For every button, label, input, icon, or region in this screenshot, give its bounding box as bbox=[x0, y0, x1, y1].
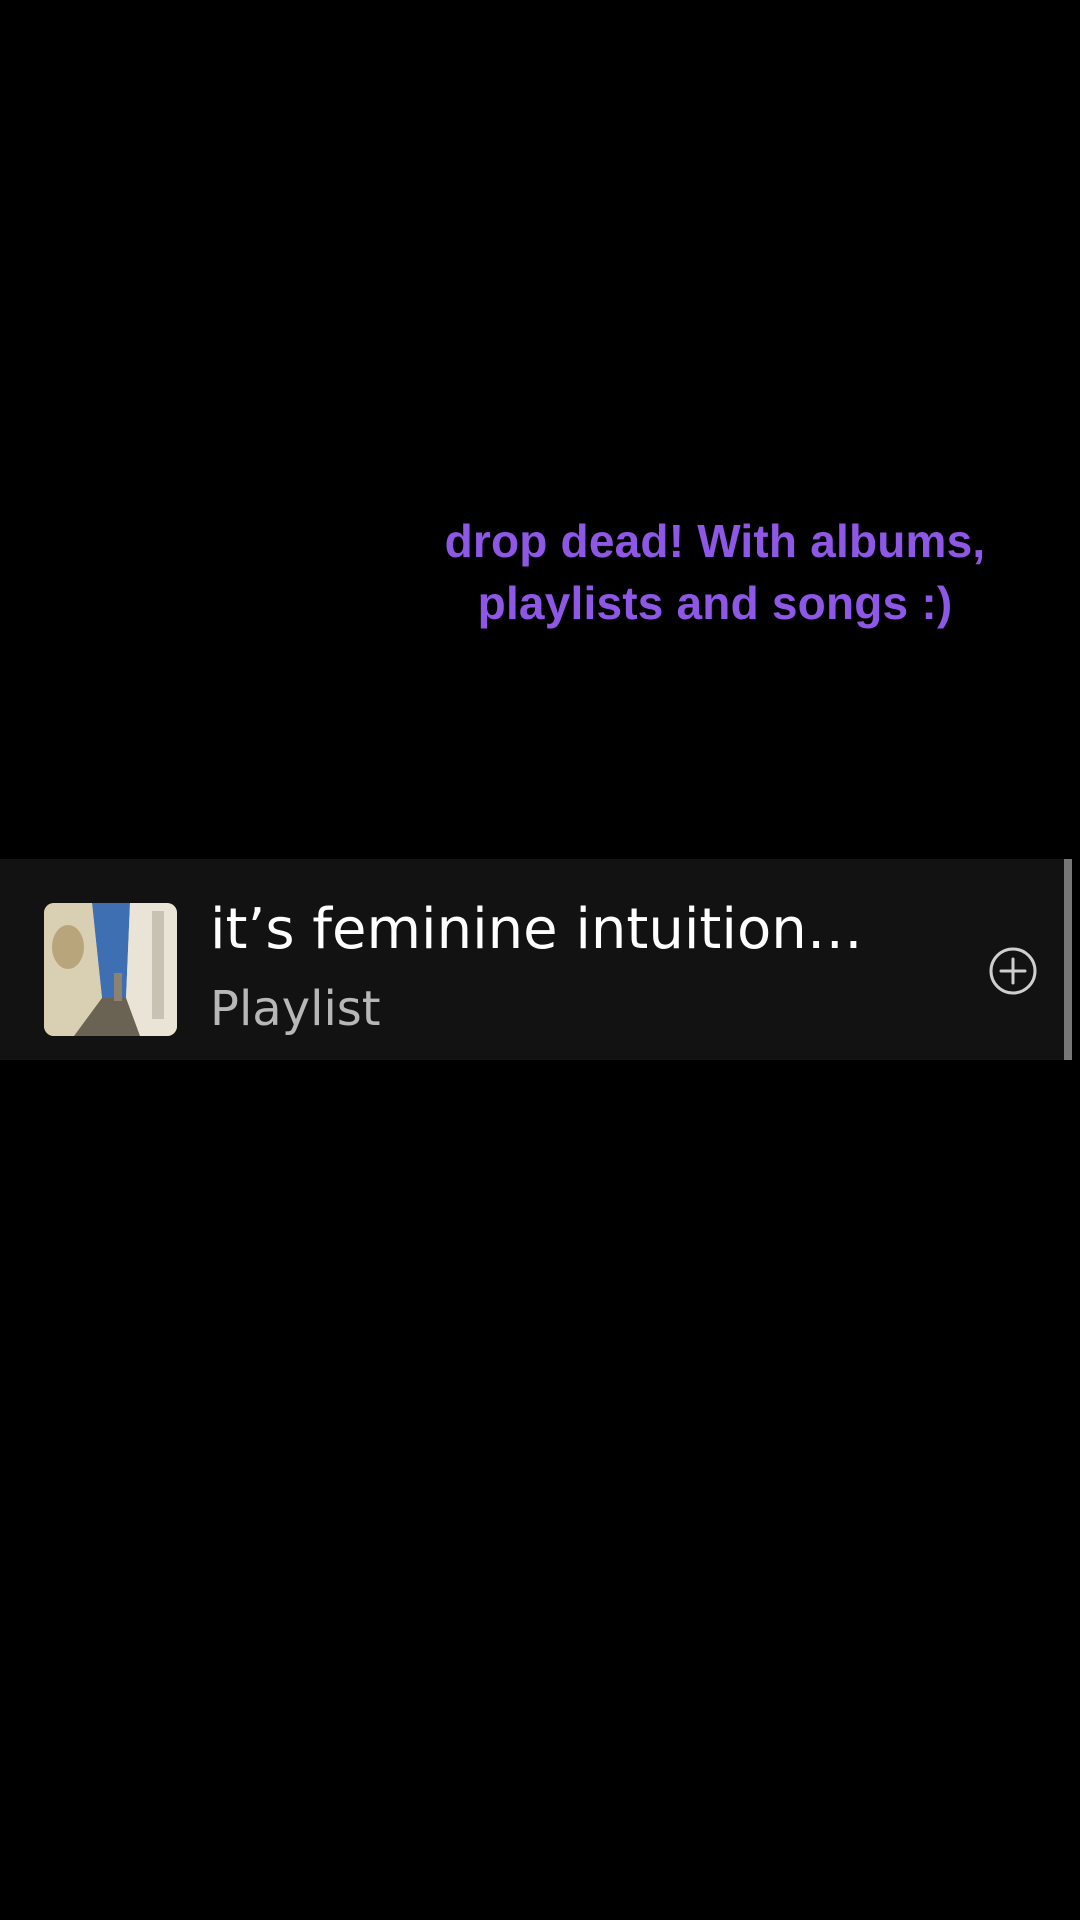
album-cover-image bbox=[44, 903, 177, 1036]
playlist-list-item[interactable]: it’s feminine intuition… Playlist bbox=[0, 859, 1072, 1060]
promo-caption-line-2: playlists and songs :) bbox=[477, 577, 953, 629]
playlist-title: it’s feminine intuition… bbox=[210, 897, 863, 962]
promo-caption: drop dead! With albums, playlists and so… bbox=[400, 510, 1030, 634]
scrollbar[interactable] bbox=[1064, 859, 1072, 1060]
playlist-type-label: Playlist bbox=[210, 981, 381, 1037]
add-circle-icon[interactable] bbox=[986, 944, 1040, 998]
screen: drop dead! With albums, playlists and so… bbox=[0, 0, 1080, 1920]
promo-caption-line-1: drop dead! With albums, bbox=[444, 515, 986, 567]
